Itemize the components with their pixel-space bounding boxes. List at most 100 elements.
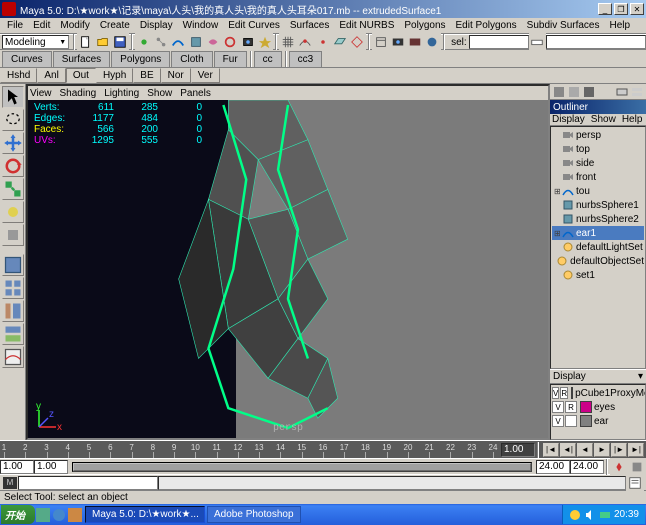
numeric-input-field[interactable] (546, 35, 646, 49)
quick-launch-2[interactable] (51, 507, 67, 523)
manip-tool-button[interactable] (2, 201, 24, 223)
play-forward-button[interactable]: ► (594, 443, 610, 457)
current-time-field[interactable] (501, 443, 535, 457)
script-lang-button[interactable]: M (2, 476, 18, 490)
task-maya[interactable]: Maya 5.0: D:\★work★... (85, 506, 205, 523)
expand-icon[interactable]: ⊞ (554, 187, 562, 196)
menu-display[interactable]: Display (135, 19, 178, 32)
menu-edit-curves[interactable]: Edit Curves (223, 19, 285, 32)
menu-polygons[interactable]: Polygons (399, 19, 450, 32)
snap-live-button[interactable] (349, 33, 366, 51)
anim-end-field[interactable] (570, 460, 604, 474)
rotate-tool-button[interactable] (2, 155, 24, 177)
render-view-button[interactable] (389, 33, 406, 51)
menu-edit[interactable]: Edit (28, 19, 55, 32)
go-to-end-button[interactable]: ►| (628, 443, 644, 457)
outliner-item-defaultLightSet[interactable]: defaultLightSet (552, 240, 644, 254)
step-forward-button[interactable]: |► (611, 443, 627, 457)
play-back-button[interactable]: ◄ (577, 443, 593, 457)
viewport-3d[interactable]: Verts:6112850 Edges:11774840 Faces:56620… (28, 100, 548, 438)
shelf-tab-cloth[interactable]: Cloth (171, 51, 212, 67)
channel-btn-3[interactable] (582, 85, 596, 99)
menu-modify[interactable]: Modify (55, 19, 94, 32)
selmask-joint-button[interactable] (152, 33, 169, 51)
vp-menu-view[interactable]: View (30, 88, 52, 99)
vp-menu-shading[interactable]: Shading (60, 88, 97, 99)
range-slider[interactable] (72, 462, 532, 472)
step-back-button[interactable]: ◄| (560, 443, 576, 457)
outliner-item-top[interactable]: top (552, 142, 644, 156)
layer-ref-toggle[interactable]: R (565, 401, 577, 413)
open-scene-button[interactable] (94, 33, 111, 51)
outliner-menu-help[interactable]: Help (622, 114, 643, 125)
snap-grid-button[interactable] (279, 33, 296, 51)
shelf-tab-curves[interactable]: Curves (2, 51, 52, 67)
layout-tab-hshd[interactable]: Hshd (0, 68, 37, 83)
playback-start-field[interactable] (34, 460, 68, 474)
layout-tab-hyph[interactable]: Hyph (96, 68, 133, 83)
expand-icon[interactable]: ⊞ (554, 229, 562, 238)
layer-row-pCube1ProxyMesh[interactable]: VRpCube1ProxyMesh (552, 386, 644, 400)
tray-icon[interactable] (569, 509, 581, 521)
go-to-start-button[interactable]: |◄ (543, 443, 559, 457)
persp-graph-button[interactable] (2, 346, 24, 368)
outliner-item-nurbsSphere1[interactable]: nurbsSphere1 (552, 198, 644, 212)
layout-tab-be[interactable]: BE (133, 68, 160, 83)
task-photoshop[interactable]: Adobe Photoshop (207, 506, 301, 523)
system-tray[interactable]: 20:39 (562, 505, 645, 524)
layer-row-ear[interactable]: Vear (552, 414, 644, 428)
outliner-item-persp[interactable]: persp (552, 128, 644, 142)
render-globals-button[interactable] (424, 33, 441, 51)
shelf-tab-cc[interactable]: cc (254, 51, 282, 67)
four-view-button[interactable] (2, 277, 24, 299)
layer-vis-toggle[interactable]: V (552, 387, 559, 399)
vp-menu-show[interactable]: Show (147, 88, 172, 99)
shelf-tab-fur[interactable]: Fur (214, 51, 247, 67)
minimize-button[interactable]: _ (598, 3, 612, 15)
ipr-render-button[interactable] (407, 33, 424, 51)
selmask-deformer-button[interactable] (204, 33, 221, 51)
layer-ref-toggle[interactable]: R (560, 387, 568, 399)
snap-plane-button[interactable] (331, 33, 348, 51)
outliner-menu-show[interactable]: Show (591, 114, 616, 125)
mode-dropdown[interactable]: Modeling ▼ (2, 35, 69, 49)
channel-btn-2[interactable] (567, 85, 581, 99)
outliner-menu-display[interactable]: Display (552, 114, 585, 125)
quick-launch-1[interactable] (35, 507, 51, 523)
menu-file[interactable]: File (2, 19, 28, 32)
playback-end-field[interactable] (536, 460, 570, 474)
hypershade-button[interactable] (2, 323, 24, 345)
single-view-button[interactable] (2, 254, 24, 276)
menu-subdiv[interactable]: Subdiv Surfaces (522, 19, 605, 32)
outliner-item-defaultObjectSet[interactable]: defaultObjectSet (552, 254, 644, 268)
script-editor-button[interactable] (626, 474, 644, 492)
selmask-handle-button[interactable] (135, 33, 152, 51)
menu-surfaces[interactable]: Surfaces (285, 19, 334, 32)
channel-btn-1[interactable] (552, 85, 566, 99)
layout-tab-nor[interactable]: Nor (161, 68, 191, 83)
time-slider[interactable]: 123456789101112131415161718192021222324 … (0, 440, 646, 458)
outliner-item-set1[interactable]: set1 (552, 268, 644, 282)
tray-icon[interactable] (599, 509, 611, 521)
maximize-button[interactable]: ❐ (614, 3, 628, 15)
layer-list[interactable]: VRpCube1ProxyMeshVReyesVear (550, 384, 646, 440)
outliner-item-nurbsSphere2[interactable]: nurbsSphere2 (552, 212, 644, 226)
menu-edit-polygons[interactable]: Edit Polygons (451, 19, 522, 32)
close-button[interactable]: ✕ (630, 3, 644, 15)
layer-options-icon[interactable]: ▾ (638, 371, 643, 382)
menu-create[interactable]: Create (95, 19, 135, 32)
selection-field[interactable] (469, 35, 529, 49)
last-tool-button[interactable] (2, 224, 24, 246)
input-mode-button[interactable] (529, 33, 546, 51)
persp-outliner-button[interactable] (2, 300, 24, 322)
snap-point-button[interactable] (314, 33, 331, 51)
menu-help[interactable]: Help (605, 19, 636, 32)
selmask-curve-button[interactable] (170, 33, 187, 51)
vp-menu-lighting[interactable]: Lighting (104, 88, 139, 99)
shelf-tab-cc3[interactable]: cc3 (289, 51, 323, 67)
selmask-surface-button[interactable] (187, 33, 204, 51)
layer-ref-toggle[interactable] (565, 415, 577, 427)
menu-edit-nurbs[interactable]: Edit NURBS (334, 19, 399, 32)
shelf-tab-polygons[interactable]: Polygons (111, 51, 170, 67)
lasso-tool-button[interactable] (2, 109, 24, 131)
